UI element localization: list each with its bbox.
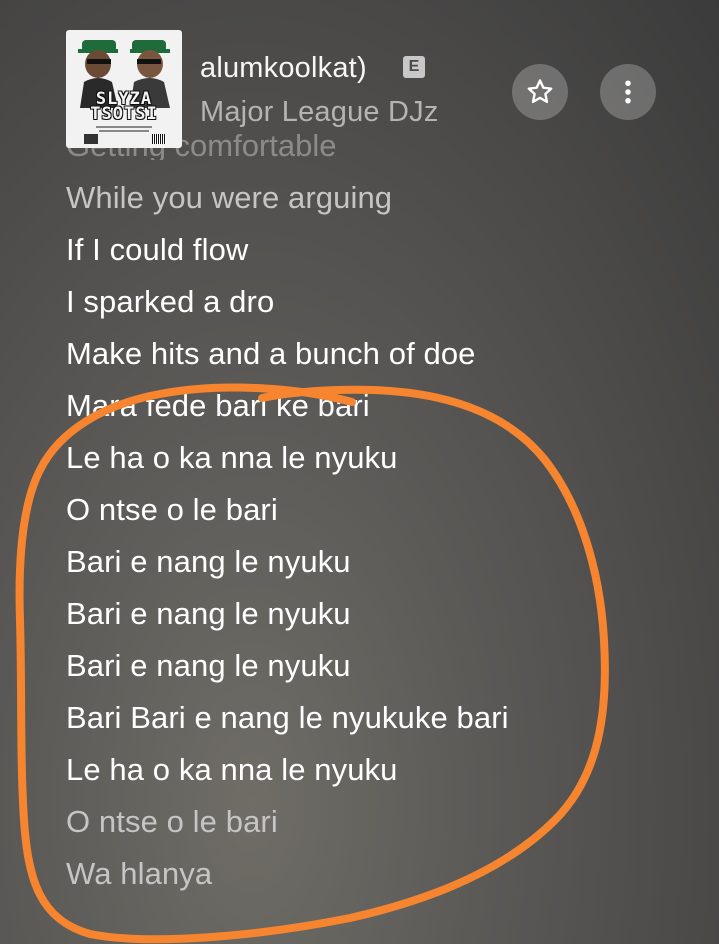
album-artwork[interactable]: SLYZA TSOTSI	[66, 30, 182, 148]
lyric-line[interactable]: Le ha o ka nna le nyuku	[66, 440, 398, 476]
lyric-line[interactable]: While you were arguing	[66, 180, 392, 216]
lyric-line[interactable]: Bari e nang le nyuku	[66, 648, 351, 684]
artwork-advisory-label	[152, 134, 166, 144]
artwork-title: SLYZA TSOTSI	[90, 89, 158, 124]
artist-name[interactable]: Major League DJz	[200, 96, 439, 129]
star-icon	[527, 79, 553, 104]
lyric-line[interactable]: O ntse o le bari	[66, 492, 278, 528]
now-playing-header: SLYZA TSOTSI alumkoolkat) E Major League…	[0, 0, 719, 150]
lyric-line[interactable]: Mara fede bari ke bari	[66, 388, 370, 424]
lyric-line[interactable]: O ntse o le bari	[66, 804, 278, 840]
lyric-line[interactable]: Bari Bari e nang le nyukuke bari	[66, 700, 509, 736]
lyric-line[interactable]: Bari e nang le nyuku	[66, 544, 351, 580]
lyric-line[interactable]: Make hits and a bunch of doe	[66, 336, 476, 372]
lyric-line[interactable]: Wa hlanya	[66, 856, 212, 892]
lyric-line[interactable]: I sparked a dro	[66, 284, 274, 320]
song-title[interactable]: alumkoolkat)	[200, 52, 367, 85]
more-vertical-icon	[625, 80, 631, 104]
artwork-label-logo	[84, 134, 98, 144]
lyric-line[interactable]: Le ha o ka nna le nyuku	[66, 752, 398, 788]
lyric-line[interactable]: Bari e nang le nyuku	[66, 596, 351, 632]
artwork-fine-print	[99, 130, 149, 132]
explicit-badge: E	[403, 56, 425, 78]
favorite-button[interactable]	[512, 64, 568, 120]
artwork-fine-print	[96, 126, 152, 128]
more-options-button[interactable]	[600, 64, 656, 120]
lyric-line[interactable]: If I could flow	[66, 232, 248, 268]
